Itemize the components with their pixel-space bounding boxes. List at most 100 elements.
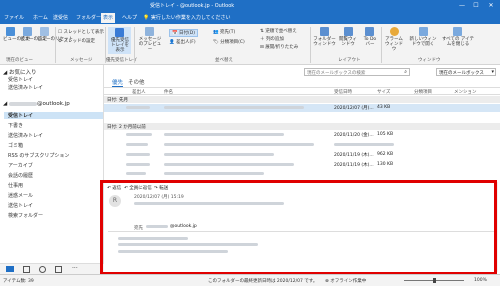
folder-archive[interactable]: アーカイブ xyxy=(8,162,33,169)
reverse-sort-button[interactable]: ⇅ 逆順で並べ替え xyxy=(260,28,297,34)
group-header-last-month[interactable]: 日付: 先月 xyxy=(104,96,500,103)
tab-help[interactable]: ヘルプ xyxy=(120,13,139,23)
folder-pane-button[interactable]: フォルダーウィンドウ xyxy=(313,27,336,47)
thread-settings-button[interactable]: ⚙ スレッドの設定 xyxy=(58,38,95,44)
message-row[interactable]: 2020/11/19 (木)... 962 KB xyxy=(104,151,500,159)
close-button[interactable]: ✕ xyxy=(485,1,497,10)
col-from[interactable]: 差出人 xyxy=(132,89,146,95)
message-date: 2020/11/20 (金)... xyxy=(334,133,374,138)
tab-home[interactable]: ホーム xyxy=(31,13,50,23)
maximize-button[interactable]: ☐ xyxy=(470,1,482,10)
close-all-items-button[interactable]: すべての アイテムを閉じる xyxy=(441,27,474,47)
arrange-category-button[interactable]: 🏷 分類項目(C) xyxy=(213,39,245,45)
tab-file[interactable]: ファイル xyxy=(2,13,26,23)
account-header[interactable]: ◢ @outlook.jp xyxy=(3,101,70,107)
new-window-icon xyxy=(418,27,428,36)
folder-conversation-history[interactable]: 会話の履歴 xyxy=(8,172,33,179)
col-category[interactable]: 分類項目 xyxy=(414,89,432,95)
folder-trash[interactable]: ゴミ箱 xyxy=(8,142,23,149)
message-row[interactable] xyxy=(104,141,500,149)
ribbon: ビューの変更 ビューの設定 ビューのリセット 現在のビュー ☐ スレッドとして表… xyxy=(0,24,500,65)
fav-sent[interactable]: 送信済みトレイ xyxy=(8,84,43,91)
add-column-button[interactable]: ＋ 列の追加 xyxy=(260,36,284,42)
message-row[interactable]: 2020/11/19 (木)... 130 KB xyxy=(104,161,500,169)
sender-redacted xyxy=(126,106,150,109)
change-view-button[interactable]: ビューの変更 xyxy=(3,27,30,42)
more-icon[interactable]: ··· xyxy=(72,265,78,272)
arrange-to-button[interactable]: 👥 宛先(T) xyxy=(213,29,235,35)
tasks-icon[interactable] xyxy=(55,266,62,273)
offline-status[interactable]: ⊗ オフライン作業中 xyxy=(325,278,366,284)
col-received[interactable]: 受信日時 xyxy=(334,89,352,95)
sender-redacted xyxy=(126,163,150,166)
expand-collapse-button[interactable]: ⊟ 展開/折りたたみ xyxy=(260,44,298,50)
open-new-window-button[interactable]: 新しいウィンドウで開く xyxy=(408,27,438,47)
ribbon-separator xyxy=(55,27,56,63)
group-header-older[interactable]: 日付: 2 か月前以前 xyxy=(104,123,500,130)
favorites-header[interactable]: ◢ お気に入り xyxy=(3,68,37,76)
reading-pane-button[interactable]: 閲覧ウィンドウ xyxy=(338,27,358,47)
tab-view[interactable]: 表示 xyxy=(101,13,116,23)
message-preview-label: メッセージのプレビュー xyxy=(138,37,162,52)
search-box[interactable]: 現在のメールボックスの検索 ⌕ xyxy=(304,68,410,76)
folder-junk[interactable]: 迷惑メール xyxy=(8,192,33,199)
folder-sent[interactable]: 送信済みトレイ xyxy=(8,132,43,139)
tab-other[interactable]: その他 xyxy=(128,78,145,86)
view-settings-button[interactable]: ビューの設定 xyxy=(20,27,47,42)
bell-icon xyxy=(389,27,399,36)
reset-view-button[interactable]: ビューのリセット xyxy=(37,27,73,42)
message-row[interactable]: 2020/11/20 (金)... 105 KB xyxy=(104,131,500,139)
folder-pane-label: フォルダーウィンドウ xyxy=(313,37,336,47)
expand-collapse-label: 展開/折りたたみ xyxy=(265,45,299,50)
close-all-items-label: すべての アイテムを閉じる xyxy=(441,37,475,47)
group-window-label: ウィンドウ xyxy=(418,58,441,63)
subject-redacted xyxy=(164,133,284,136)
subject-redacted xyxy=(164,163,294,166)
tell-me-search[interactable]: 💡 実行したい作業を入力してください xyxy=(141,13,233,23)
message-row[interactable]: 2020/12/07 (月)... 43 KB xyxy=(104,104,500,112)
tab-folder[interactable]: フォルダー xyxy=(74,13,103,23)
item-count: アイテム数: 39 xyxy=(3,279,34,284)
message-row[interactable] xyxy=(104,170,500,178)
folder-work[interactable]: 仕事用 xyxy=(8,182,23,189)
group-older-label: 日付: 2 か月前以前 xyxy=(107,125,146,130)
focused-inbox-label: 優先受信トレイを表示 xyxy=(111,38,129,53)
col-size[interactable]: サイズ xyxy=(377,89,390,95)
search-scope-select[interactable]: 現在のメールボックス ▾ xyxy=(436,68,496,76)
last-updated: このフォルダーの最終更新日時は 2020/12/07 です。 xyxy=(208,279,318,284)
tab-send-receive[interactable]: 送受信 xyxy=(51,13,70,23)
minimize-button[interactable]: — xyxy=(456,1,468,10)
reminders-window-button[interactable]: アラームウィンドウ xyxy=(384,27,404,52)
folder-rss[interactable]: RSS のサブスクリプション xyxy=(8,152,69,159)
search-placeholder: 現在のメールボックスの検索 xyxy=(307,71,366,76)
arrange-from-button[interactable]: 👤 差出人(F) xyxy=(169,39,196,45)
message-preview-button[interactable]: メッセージのプレビュー xyxy=(137,27,162,52)
folder-inbox[interactable]: 受信トレイ xyxy=(4,112,103,119)
focused-inbox-button[interactable]: 優先受信トレイを表示 xyxy=(108,27,131,54)
search-icon[interactable]: ⌕ xyxy=(404,69,407,75)
tab-focused[interactable]: 優先 xyxy=(112,78,124,87)
subject-redacted xyxy=(164,172,264,175)
col-mention[interactable]: メンション xyxy=(454,89,477,95)
show-as-threads-label: スレッドとして表示 xyxy=(63,30,104,35)
todo-bar-button[interactable]: To Do バー xyxy=(361,27,378,47)
col-subject[interactable]: 件名 xyxy=(164,89,173,95)
arrange-date-button[interactable]: 📅 日付(D) xyxy=(169,29,199,37)
account-label: @outlook.jp xyxy=(36,101,70,107)
zoom-thumb[interactable] xyxy=(433,278,436,283)
folder-search[interactable]: 検索フォルダー xyxy=(8,212,43,219)
folder-outbox[interactable]: 送信トレイ xyxy=(8,202,33,209)
group-last-month-label: 日付: 先月 xyxy=(107,98,128,103)
fav-inbox[interactable]: 受信トレイ xyxy=(8,76,33,83)
ribbon-separator xyxy=(134,27,135,63)
group-arrange-label: 並べ替え xyxy=(215,58,233,63)
sender-redacted xyxy=(126,153,150,156)
group-message-label: メッセージ xyxy=(70,58,93,63)
subject-redacted xyxy=(164,106,304,109)
subject-redacted xyxy=(164,153,274,156)
calendar-icon[interactable] xyxy=(23,266,30,273)
people-icon[interactable] xyxy=(39,266,46,273)
mail-icon[interactable] xyxy=(6,266,14,272)
folder-drafts[interactable]: 下書き xyxy=(8,122,23,129)
show-as-threads-checkbox[interactable]: ☐ スレッドとして表示 xyxy=(58,29,104,35)
